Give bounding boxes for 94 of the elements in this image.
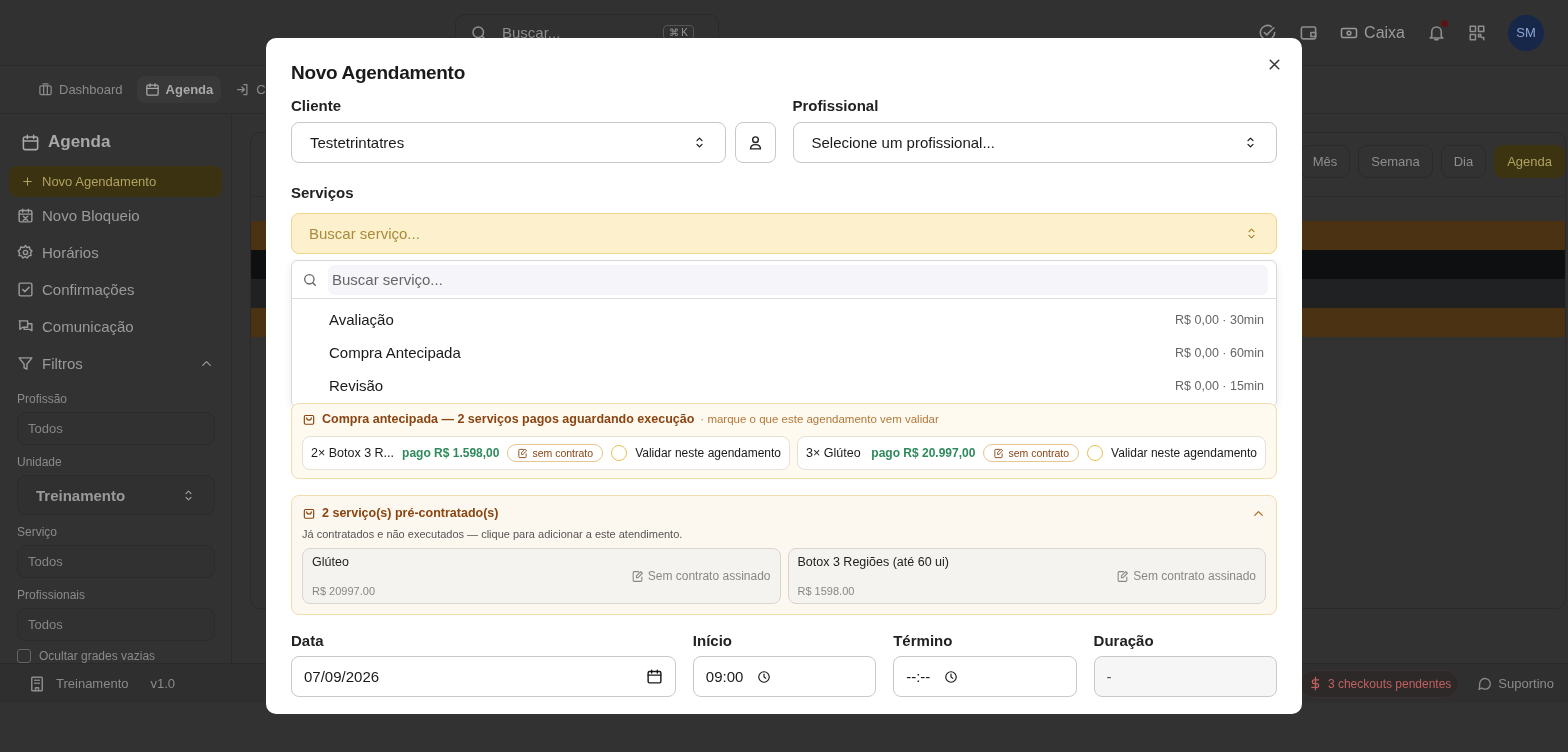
view-button[interactable]: Dia: [1440, 145, 1487, 178]
nav-tab[interactable]: Dashboard: [34, 76, 127, 103]
service-option[interactable]: Avaliação R$ 0,00 · 30min: [292, 303, 1276, 336]
service-option[interactable]: Compra Antecipada R$ 0,00 · 60min: [292, 336, 1276, 369]
prepaid-title: Compra antecipada — 2 serviços pagos aguardando execução: [322, 411, 695, 428]
qr-code-icon[interactable]: [1468, 23, 1486, 42]
calendar-icon: [144, 82, 160, 97]
service-search-field[interactable]: Buscar serviço...: [328, 264, 1268, 295]
radio-label: Validar neste agendamento: [635, 446, 782, 460]
service-select[interactable]: Buscar serviço...: [291, 213, 1277, 254]
view-button[interactable]: Agenda: [1494, 145, 1565, 178]
search-icon: [302, 271, 318, 288]
radio-label: Validar neste agendamento: [1111, 446, 1257, 460]
checkbox-label: Ocultar grades vazias: [39, 649, 156, 663]
checkbox-icon: [17, 281, 34, 298]
gear-icon: [17, 244, 34, 261]
clock-icon: [757, 669, 772, 684]
search-placeholder: Buscar...: [502, 24, 562, 41]
sidebar-item[interactable]: Novo Bloqueio: [9, 197, 222, 234]
building-icon: [28, 674, 46, 693]
filter-field[interactable]: Todos: [17, 412, 215, 445]
field-label: Data: [291, 631, 325, 651]
unit-name: Treinamento: [56, 676, 129, 691]
sidebar-item[interactable]: Comunicação: [9, 308, 222, 345]
avatar[interactable]: SM: [1508, 14, 1544, 51]
new-appointment-button[interactable]: Novo Agendamento: [9, 166, 222, 197]
filter-label: Profissão: [17, 392, 69, 406]
nav-tab[interactable]: C: [231, 76, 270, 103]
support-button[interactable]: Suportino: [1471, 674, 1560, 693]
filter-select[interactable]: Treinamento: [17, 475, 215, 515]
version-label: v1.0: [150, 676, 176, 691]
professional-select[interactable]: Selecione um profissional...: [792, 122, 1277, 163]
bag-icon: [302, 506, 316, 520]
chat-bubble-icon: [1477, 675, 1494, 692]
precontracted-item[interactable]: Glúteo R$ 20997.00 Sem contrato assinado: [302, 548, 781, 604]
pen-icon: [1116, 569, 1130, 583]
calendar-icon: [645, 668, 663, 685]
date-field[interactable]: 07/09/2026: [291, 656, 676, 697]
filter-field[interactable]: Todos: [17, 608, 215, 641]
pending-checkouts-button[interactable]: 3 checkouts pendentes: [1299, 669, 1460, 698]
sidebar-title: Agenda: [48, 132, 111, 152]
field-label: Duração: [1093, 631, 1155, 651]
filter-field[interactable]: Todos: [17, 545, 215, 578]
notification-dot: [1441, 20, 1448, 27]
start-time-field[interactable]: 09:00: [692, 656, 877, 697]
field-label: Término: [893, 631, 954, 651]
pen-icon: [993, 447, 1005, 459]
item-name: 2× Botox 3 R...: [311, 446, 395, 460]
paid-amount: pago R$ 20.997,00: [871, 446, 976, 460]
filters-toggle[interactable]: Filtros: [9, 345, 222, 382]
prepaid-hint: · marque o que este agendamento vem validar: [700, 412, 939, 427]
pen-icon: [517, 447, 529, 459]
item-name: Botox 3 Regiões (até 60 ui): [797, 555, 950, 571]
contract-tag[interactable]: sem contrato: [507, 444, 604, 462]
filter-label: Unidade: [17, 455, 63, 469]
funnel-icon: [17, 355, 34, 372]
contract-status: Sem contrato assinado: [1133, 569, 1256, 583]
bag-icon: [302, 412, 316, 426]
pen-icon: [630, 569, 644, 583]
nav-tab[interactable]: Agenda: [136, 76, 222, 103]
sidebar-item[interactable]: Horários: [9, 234, 222, 271]
calendar-icon: [21, 132, 40, 152]
precontracted-description: Já contratados e não executados — clique para adicionar a este atendimento.: [302, 527, 684, 542]
dialog-title: Novo Agendamento: [291, 61, 466, 85]
item-name: 3× Glúteo: [806, 446, 862, 460]
filter-label: Profissionais: [17, 588, 87, 602]
duration-field: -: [1093, 656, 1277, 697]
field-label: Profissional: [792, 96, 880, 116]
field-label: Serviços: [291, 183, 355, 203]
client-profile-button[interactable]: [734, 122, 776, 163]
login-icon: [235, 82, 251, 97]
view-button[interactable]: Semana: [1358, 145, 1433, 178]
calendar-cross-icon: [17, 207, 34, 224]
service-option[interactable]: Revisão R$ 0,00 · 15min: [292, 369, 1276, 402]
item-name: Glúteo: [312, 555, 350, 571]
clock-icon: [944, 669, 959, 684]
filter-label: Serviço: [17, 525, 58, 539]
precontracted-title: 2 serviço(s) pré-contratado(s): [322, 505, 499, 522]
contract-tag[interactable]: sem contrato: [983, 444, 1080, 462]
field-label: Início: [692, 631, 733, 651]
cash-register-button[interactable]: Caixa: [1340, 23, 1405, 42]
bell-icon[interactable]: [1427, 23, 1446, 42]
building-icon: [38, 82, 53, 97]
plus-icon: [21, 175, 34, 188]
precontracted-item[interactable]: Botox 3 Regiões (até 60 ui) R$ 1598.00 Sem contrato assinado: [787, 548, 1266, 604]
contract-status: Sem contrato assinado: [647, 569, 771, 583]
wallet-icon[interactable]: [1299, 23, 1319, 42]
field-label: Cliente: [291, 96, 342, 116]
item-price: R$ 20997.00: [312, 585, 376, 597]
end-time-field[interactable]: --:--: [893, 656, 1077, 697]
sidebar-item[interactable]: Confirmações: [9, 271, 222, 308]
client-select[interactable]: Testetrintatres: [291, 122, 726, 163]
paid-amount: pago R$ 1.598,00: [402, 446, 500, 460]
item-price: R$ 1598.00: [797, 585, 856, 597]
